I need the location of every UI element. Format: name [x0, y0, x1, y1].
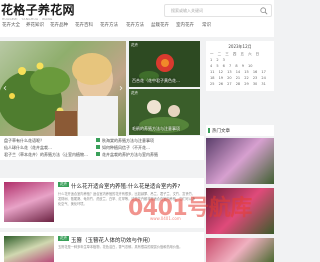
- list-item[interactable]: 仙人球什么花（花卉盆栽…: [4, 145, 52, 151]
- featured-slider[interactable]: ‹ ›: [0, 41, 126, 136]
- thumb-tag: 花卉: [131, 43, 138, 47]
- short-article-list: 盘子草有什么花语呢？ 仙人球什么花（花卉盆栽… 君子兰（草本花卉）的养殖方法（让…: [0, 136, 204, 160]
- article-category[interactable]: 花卉: [58, 182, 69, 187]
- site-header: 花格子养花网 HUAGEZI · YANGHUA · WANG 搜索或输入关键词…: [0, 0, 274, 37]
- nav-item[interactable]: 养花知识: [26, 22, 44, 28]
- calendar-row: 11 12 13 14 15 16 17: [210, 70, 266, 74]
- nav-item[interactable]: 花卉百科: [75, 22, 93, 28]
- hot-articles-title: 热门文章: [212, 129, 230, 134]
- article-category[interactable]: 花卉: [58, 236, 69, 241]
- list-bullet-icon: [96, 152, 100, 156]
- calendar-row: 25 26 27 28 29 30 31: [210, 82, 266, 86]
- calendar-row: 一 二 三 四 五 六 日: [210, 52, 260, 56]
- list-bullet-icon: [96, 138, 100, 142]
- nav-item[interactable]: 盆栽花卉: [151, 22, 169, 28]
- calendar-row: 4 5 6 7 8 9 10: [210, 64, 253, 68]
- nav-item[interactable]: 花卉大全: [2, 22, 20, 28]
- nav-item[interactable]: 常识: [202, 22, 211, 28]
- site-logo-title[interactable]: 花格子养花网: [1, 1, 75, 18]
- slider-next-button[interactable]: ›: [119, 83, 123, 94]
- thumb-caption: 百合花（花中君子黄色花…: [132, 78, 180, 83]
- article-card[interactable]: 花卉 玉簪（玉簪花人体的功效与作用） 玉簪花是一种多年生草本植物，花色洁白，香气…: [0, 232, 204, 262]
- section-accent-bar: [208, 128, 210, 133]
- calendar-row: 18 19 20 21 22 23 24: [210, 76, 266, 80]
- hot-article-image[interactable]: [206, 138, 274, 184]
- calendar-title: 2023年12月: [228, 44, 252, 49]
- thumb-card[interactable]: 花卉 毛鹃的养殖方法与注意事项: [129, 89, 200, 135]
- hot-articles-header: 热门文章: [206, 125, 274, 136]
- list-bullet-icon: [96, 145, 100, 149]
- search-placeholder: 搜索或输入关键词: [171, 8, 203, 13]
- main-nav: 花卉大全 养花知识 花卉品种 花卉百科 花卉方法 花卉方法 盆栽花卉 室内花卉 …: [0, 19, 274, 33]
- watermark-logo: 0401号航库: [128, 196, 252, 221]
- hot-article-image[interactable]: [206, 238, 274, 262]
- list-item[interactable]: 花卉盆栽的养护方法与室内养殖: [102, 152, 158, 158]
- calendar-row: 1 2 3: [210, 58, 225, 62]
- article-excerpt: 玉簪花是一种多年生草本植物，花色洁白，香气浓郁，具有很高的观赏价值和药用价值。: [58, 245, 183, 249]
- nav-item[interactable]: 花卉方法: [100, 22, 118, 28]
- nav-item[interactable]: 室内花卉: [176, 22, 194, 28]
- calendar-widget: 2023年12月 一 二 三 四 五 六 日 1 2 3 4 5 6 7 8 9…: [206, 41, 274, 91]
- slider-prev-button[interactable]: ‹: [3, 83, 7, 94]
- nav-item[interactable]: 花卉品种: [50, 22, 68, 28]
- list-item[interactable]: 如何种植风信子（不开花…: [102, 145, 150, 151]
- thumb-tag: 花卉: [131, 91, 138, 95]
- article-thumbnail[interactable]: [4, 182, 54, 222]
- nav-item[interactable]: 花卉方法: [126, 22, 144, 28]
- list-item[interactable]: 秋海棠的养殖方法与注意事项: [102, 138, 154, 144]
- watermark-url: www.0401.com: [150, 216, 181, 221]
- list-item[interactable]: 君子兰（草本花卉）的养殖方法（让室内植物…: [4, 152, 88, 158]
- thumb-card[interactable]: 花卉 百合花（花中君子黄色花…: [129, 41, 200, 87]
- list-item[interactable]: 盘子草有什么花语呢？: [4, 138, 44, 144]
- article-title[interactable]: 什么花开适合室内养殖:什么花是适合室内养?: [71, 182, 180, 190]
- search-icon[interactable]: [260, 7, 268, 15]
- article-thumbnail[interactable]: [4, 236, 54, 262]
- slider-photo: [0, 53, 118, 136]
- search-input[interactable]: 搜索或输入关键词: [164, 4, 272, 17]
- article-title[interactable]: 玉簪（玉簪花人体的功效与作用）: [71, 236, 154, 244]
- thumb-caption: 毛鹃的养殖方法与注意事项: [132, 126, 180, 131]
